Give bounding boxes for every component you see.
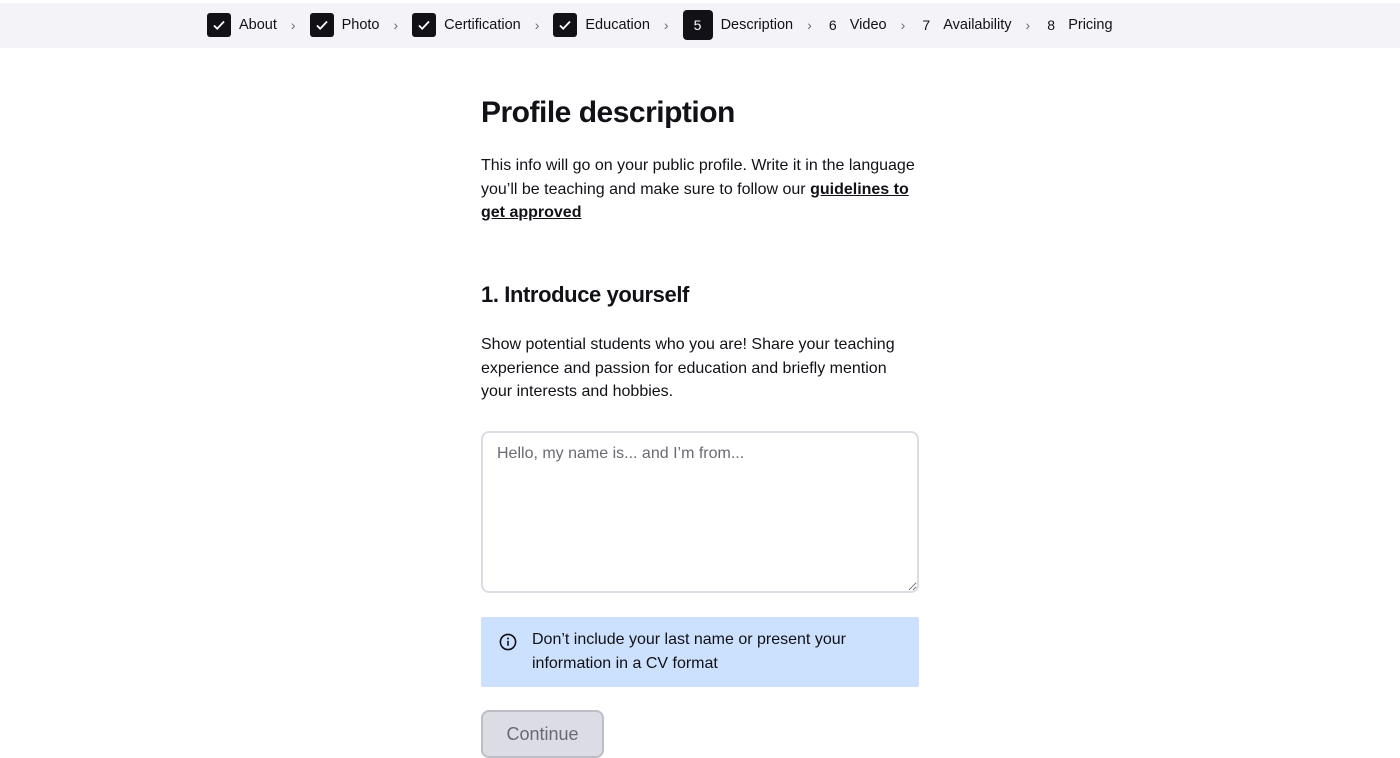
step-label: Certification: [444, 17, 521, 33]
section-title: 1. Introduce yourself: [481, 282, 689, 307]
check-icon: [553, 13, 578, 37]
chevron-right-icon: ›: [393, 17, 399, 33]
step-label: Description: [720, 17, 794, 33]
check-icon: [207, 13, 231, 37]
section-text: Show potential students who you are! Sha…: [481, 336, 895, 400]
page-title: Profile description: [481, 96, 735, 129]
step-number: 8: [1047, 17, 1056, 33]
chevron-right-icon: ›: [807, 17, 812, 33]
progress-stepper: About › Photo › Certification › Educatio…: [0, 3, 1400, 48]
step-label: Availability: [943, 17, 1012, 33]
step-number: 6: [828, 17, 837, 33]
check-icon: [309, 13, 334, 37]
info-note-text: Don’t include your last name or present …: [532, 631, 846, 672]
step-description[interactable]: 5 Description: [682, 10, 794, 40]
step-label: Education: [585, 17, 650, 33]
step-label: About: [239, 17, 277, 33]
intro-text: This info will go on your public profile…: [481, 154, 919, 225]
chevron-right-icon: ›: [1025, 17, 1031, 33]
step-education[interactable]: Education: [553, 13, 650, 37]
step-number: 7: [922, 17, 931, 33]
step-certification[interactable]: Certification: [412, 13, 521, 37]
step-about[interactable]: About: [207, 13, 277, 37]
chevron-right-icon: ›: [900, 17, 906, 33]
info-note: Don’t include your last name or present …: [481, 617, 919, 687]
step-pricing[interactable]: 8 Pricing: [1044, 13, 1112, 37]
check-icon: [412, 13, 437, 37]
step-number: 5: [682, 10, 713, 40]
chevron-right-icon: ›: [534, 17, 540, 33]
info-icon: [499, 633, 517, 651]
step-availability[interactable]: 7 Availability: [919, 13, 1011, 37]
step-label: Pricing: [1068, 17, 1113, 33]
chevron-right-icon: ›: [663, 17, 669, 33]
step-label: Video: [849, 17, 887, 33]
introduction-textarea[interactable]: [481, 431, 919, 593]
step-label: Photo: [341, 17, 380, 33]
step-video[interactable]: 6 Video: [826, 13, 887, 37]
step-photo[interactable]: Photo: [309, 13, 380, 37]
continue-button[interactable]: Continue: [481, 710, 604, 758]
chevron-right-icon: ›: [290, 17, 296, 33]
